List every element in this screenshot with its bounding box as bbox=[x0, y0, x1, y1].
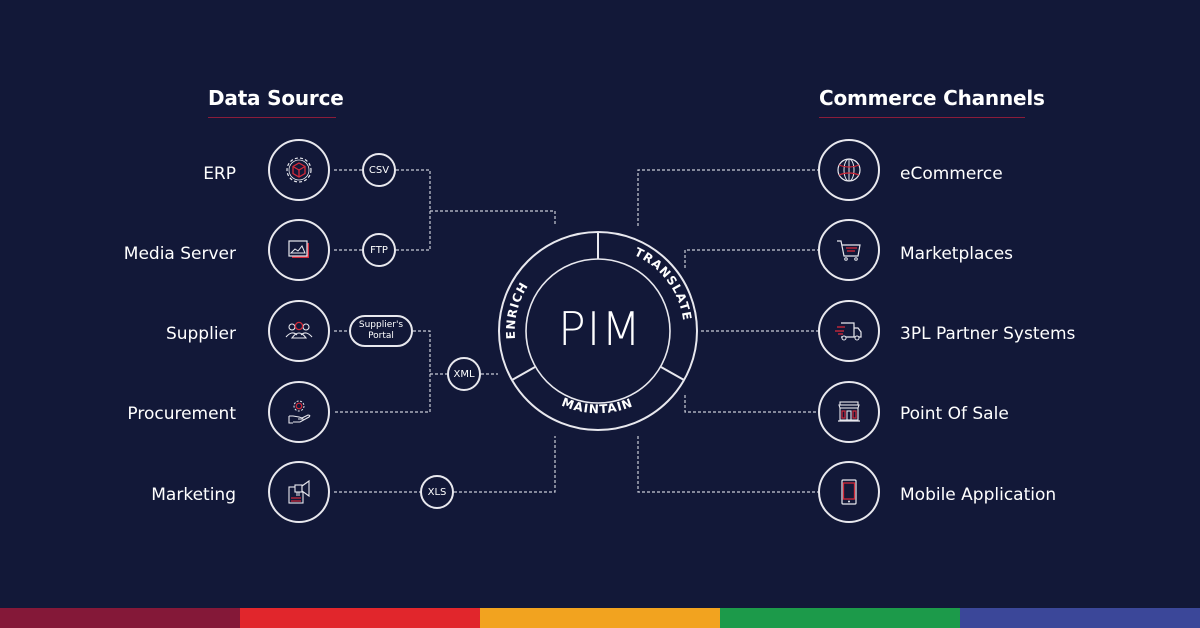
data-source-heading: Data Source bbox=[208, 86, 344, 110]
channel-label-3pl: 3PL Partner Systems bbox=[900, 324, 1076, 344]
channel-node-mobile bbox=[818, 461, 880, 523]
channel-node-point-of-sale bbox=[818, 381, 880, 443]
channel-node-3pl bbox=[818, 300, 880, 362]
source-node-marketing bbox=[268, 461, 330, 523]
source-label-supplier: Supplier bbox=[165, 324, 236, 344]
connector-pos bbox=[684, 395, 818, 413]
connector-ecommerce bbox=[637, 169, 818, 226]
delivery-truck-icon bbox=[835, 322, 862, 341]
channel-label-ecommerce: eCommerce bbox=[900, 164, 1003, 184]
format-badge-xls: XLS bbox=[420, 475, 454, 509]
smartphone-icon bbox=[841, 479, 857, 505]
color-stripe bbox=[240, 608, 480, 628]
color-stripe bbox=[720, 608, 960, 628]
connector-marketplaces bbox=[684, 249, 818, 268]
shopping-cart-icon bbox=[837, 240, 861, 261]
format-badge-suppliers-portal: Supplier's Portal bbox=[349, 315, 413, 347]
pim-diagram: ENRICH TRANSLATE MAINTAIN PIM Data Sourc… bbox=[0, 0, 1200, 628]
source-label-media-server: Media Server bbox=[123, 244, 236, 264]
people-group-icon bbox=[285, 321, 313, 339]
megaphone-document-icon bbox=[288, 479, 310, 504]
channel-label-point-of-sale: Point Of Sale bbox=[900, 404, 1009, 424]
source-node-procurement bbox=[268, 381, 330, 443]
color-stripe bbox=[0, 608, 240, 628]
pim-title: PIM bbox=[558, 302, 642, 356]
hand-gear-icon bbox=[288, 400, 311, 424]
format-badge-xml: XML bbox=[447, 357, 481, 391]
channel-node-ecommerce bbox=[818, 139, 880, 201]
source-node-media-server bbox=[268, 219, 330, 281]
heading-underline bbox=[208, 117, 336, 118]
storefront-icon bbox=[838, 401, 860, 422]
segment-maintain: MAINTAIN bbox=[560, 395, 635, 416]
source-label-procurement: Procurement bbox=[127, 404, 236, 424]
format-badge-ftp: FTP bbox=[362, 233, 396, 267]
brand-color-bar bbox=[0, 608, 1200, 628]
globe-icon bbox=[837, 158, 861, 182]
image-gallery-icon bbox=[288, 240, 309, 258]
source-label-erp: ERP bbox=[203, 164, 236, 184]
heading-underline bbox=[819, 117, 1025, 118]
source-node-supplier bbox=[268, 300, 330, 362]
channel-label-marketplaces: Marketplaces bbox=[900, 244, 1014, 264]
source-node-erp bbox=[268, 139, 330, 201]
commerce-channels-heading: Commerce Channels bbox=[819, 86, 1045, 110]
format-badge-csv: CSV bbox=[362, 153, 396, 187]
source-label-marketing: Marketing bbox=[151, 485, 236, 505]
channel-label-mobile: Mobile Application bbox=[900, 485, 1057, 505]
channel-node-marketplaces bbox=[818, 219, 880, 281]
connector-mobile bbox=[637, 436, 818, 493]
gear-cube-icon bbox=[286, 157, 312, 183]
color-stripe bbox=[960, 608, 1200, 628]
color-stripe bbox=[480, 608, 720, 628]
